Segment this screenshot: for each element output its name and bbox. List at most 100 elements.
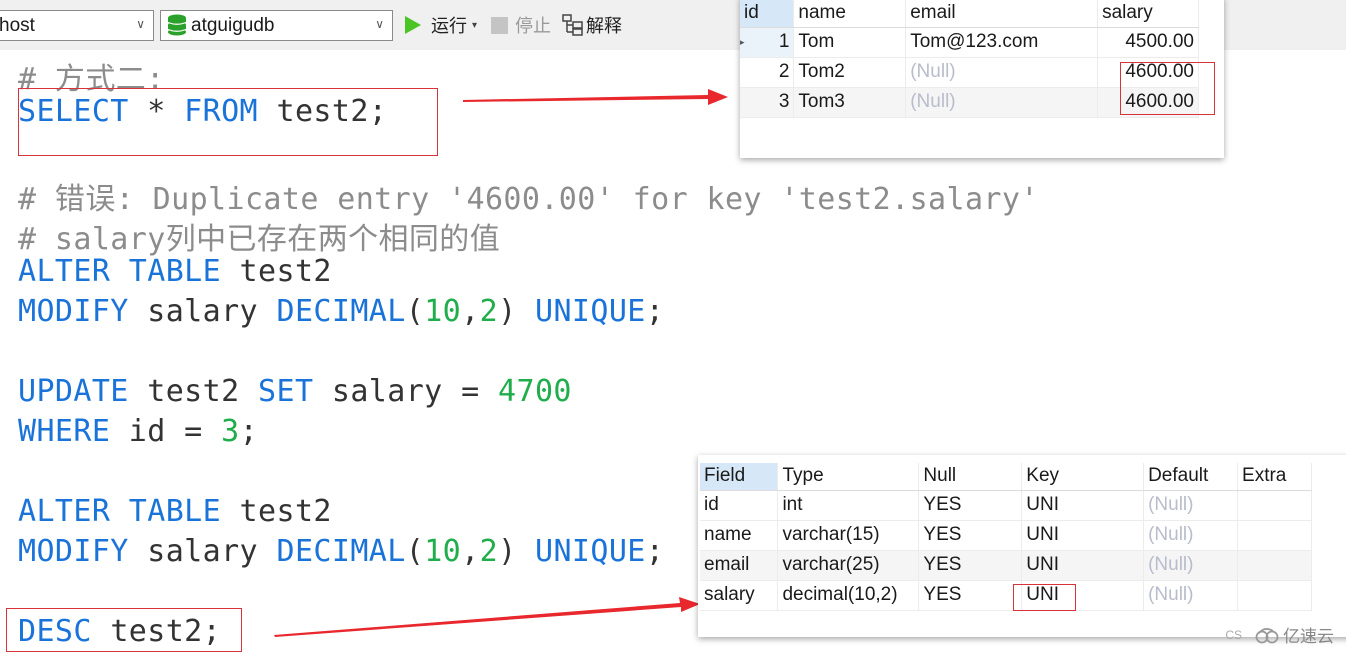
run-button[interactable]: 运行 ▾ — [405, 12, 477, 38]
code-text: ( — [405, 294, 425, 329]
code-comment: # salary列中已存在两个相同的值 — [18, 222, 501, 257]
column-header[interactable]: Null — [918, 463, 1023, 491]
number: 10 — [424, 294, 462, 329]
column-header[interactable]: Type — [777, 463, 920, 491]
keyword: DECIMAL — [276, 534, 406, 569]
cell-salary[interactable]: 4500.00 — [1097, 27, 1199, 58]
explain-button[interactable]: 解释 — [562, 12, 622, 38]
explain-label: 解释 — [586, 16, 622, 36]
code-text: , — [461, 294, 480, 329]
database-select[interactable]: atguigudb ∨ — [160, 10, 393, 41]
code-text: salary = — [313, 374, 499, 409]
cell-type[interactable]: decimal(10,2) — [777, 580, 920, 611]
code-text: ( — [405, 534, 425, 569]
cell-id[interactable]: 2 — [740, 57, 795, 88]
connection-select[interactable]: host ∨ — [0, 10, 154, 41]
number: 3 — [221, 414, 240, 449]
cell-default[interactable]: (Null) — [1143, 550, 1239, 581]
cell-extra[interactable] — [1237, 520, 1312, 551]
cell-id[interactable]: ▸ 1 — [740, 27, 795, 58]
code-text: test2 — [221, 494, 332, 529]
stop-button[interactable]: 停止 — [491, 12, 551, 38]
select-result-panel: id name email salary ▸ 1 Tom Tom@123.com … — [740, 0, 1224, 158]
cell-type[interactable]: int — [777, 490, 920, 521]
number: 10 — [424, 534, 462, 569]
cell-value: 1 — [778, 31, 790, 52]
cell-name[interactable]: Tom3 — [793, 87, 907, 118]
cell-key[interactable]: UNI — [1021, 490, 1145, 521]
code-text: id = — [110, 414, 222, 449]
keyword: UNIQUE — [535, 294, 646, 329]
code-line-modify: MODIFY salary DECIMAL(10,2) UNIQUE; — [18, 534, 664, 569]
cell-key[interactable]: UNI — [1021, 550, 1145, 581]
code-line-modify: MODIFY salary DECIMAL(10,2) UNIQUE; — [18, 294, 664, 329]
cell-default[interactable]: (Null) — [1143, 580, 1239, 611]
column-header[interactable]: Extra — [1237, 463, 1312, 491]
column-header[interactable]: Default — [1143, 463, 1239, 491]
cloud-logo-icon — [1255, 627, 1279, 643]
dropdown-arrow-icon[interactable]: ▾ — [472, 20, 477, 31]
keyword: MODIFY — [18, 294, 129, 329]
cell-email[interactable]: (Null) — [905, 87, 1099, 118]
code-text: ; — [239, 414, 259, 449]
column-header[interactable]: name — [793, 0, 907, 28]
column-header[interactable]: Field — [700, 463, 779, 491]
cell-extra[interactable] — [1237, 580, 1312, 611]
code-text: ; — [645, 534, 665, 569]
cell-null[interactable]: YES — [918, 520, 1023, 551]
highlight-box-salary-key — [1013, 584, 1076, 611]
keyword: MODIFY — [18, 534, 129, 569]
desc-result-panel: Field Type Null Key Default Extra id int… — [698, 455, 1346, 637]
cell-name[interactable]: Tom — [793, 27, 907, 58]
cell-key[interactable]: UNI — [1021, 520, 1145, 551]
table-row[interactable]: salary decimal(10,2) YES UNI (Null) — [700, 580, 1312, 611]
table-row[interactable]: email varchar(25) YES UNI (Null) — [700, 550, 1312, 581]
code-text: test2 — [128, 374, 259, 409]
column-header[interactable]: Key — [1021, 463, 1145, 491]
cell-type[interactable]: varchar(25) — [777, 550, 920, 581]
code-text: , — [461, 534, 480, 569]
cell-field[interactable]: salary — [700, 580, 779, 611]
play-icon — [405, 16, 421, 34]
cell-extra[interactable] — [1237, 550, 1312, 581]
cell-default[interactable]: (Null) — [1143, 490, 1239, 521]
keyword: TABLE — [128, 494, 222, 529]
cell-id[interactable]: 3 — [740, 87, 795, 118]
keyword: ALTER — [18, 254, 111, 289]
keyword: DECIMAL — [276, 294, 406, 329]
stop-icon — [491, 16, 508, 34]
cell-field[interactable]: email — [700, 550, 779, 581]
cell-default[interactable]: (Null) — [1143, 520, 1239, 551]
cell-null[interactable]: YES — [918, 490, 1023, 521]
column-header[interactable]: id — [740, 0, 795, 28]
table-row[interactable]: name varchar(15) YES UNI (Null) — [700, 520, 1312, 551]
keyword: UPDATE — [18, 374, 129, 409]
code-line-alter: ALTER TABLE test2 — [18, 494, 332, 529]
grid-header-row: Field Type Null Key Default Extra — [700, 463, 1312, 491]
cell-name[interactable]: Tom2 — [793, 57, 907, 88]
cell-email[interactable]: (Null) — [905, 57, 1099, 88]
number: 2 — [479, 294, 499, 329]
cell-null[interactable]: YES — [918, 580, 1023, 611]
number: 2 — [479, 534, 499, 569]
keyword: UNIQUE — [535, 534, 646, 569]
database-value: atguigudb — [191, 14, 275, 36]
cell-field[interactable]: name — [700, 520, 779, 551]
column-header[interactable]: salary — [1097, 0, 1199, 28]
keyword: WHERE — [18, 414, 111, 449]
code-comment: # 错误: Duplicate entry '4600.00' for key … — [18, 182, 1039, 217]
keyword: SET — [258, 374, 314, 409]
cell-field[interactable]: id — [700, 490, 779, 521]
cell-null[interactable]: YES — [918, 550, 1023, 581]
table-row[interactable]: ▸ 1 Tom Tom@123.com 4500.00 — [740, 27, 1199, 58]
cell-extra[interactable] — [1237, 490, 1312, 521]
cell-email[interactable]: Tom@123.com — [905, 27, 1099, 58]
keyword: ALTER — [18, 494, 111, 529]
explain-icon — [562, 14, 583, 36]
cell-type[interactable]: varchar(15) — [777, 520, 920, 551]
column-header[interactable]: email — [905, 0, 1099, 28]
highlight-box-desc — [6, 608, 242, 652]
table-row[interactable]: id int YES UNI (Null) — [700, 490, 1312, 521]
highlight-box-select — [18, 88, 438, 156]
watermark-prefix: CS — [1225, 627, 1242, 642]
